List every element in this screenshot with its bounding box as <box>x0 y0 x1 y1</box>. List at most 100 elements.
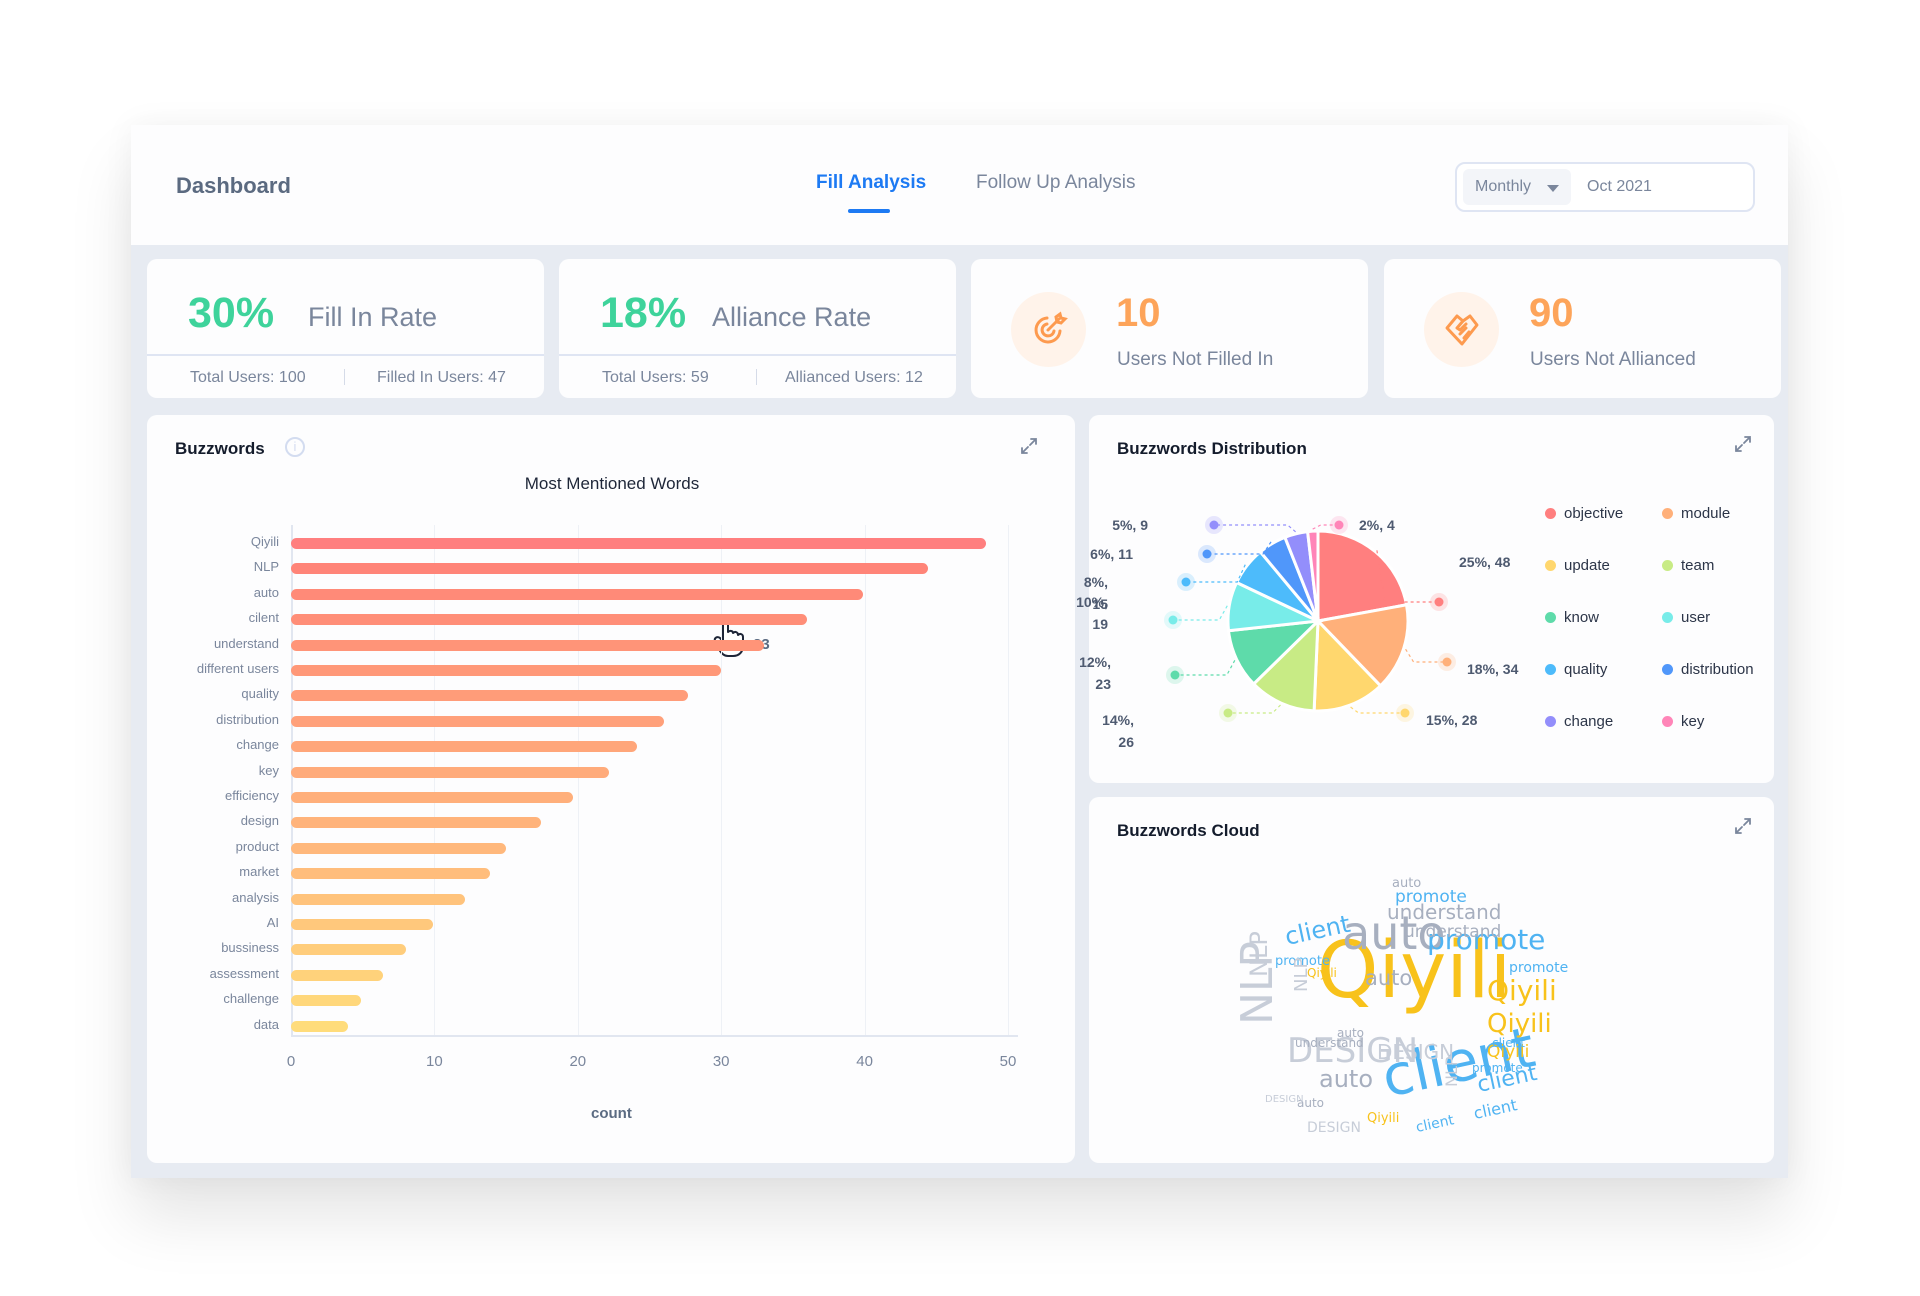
legend-label: module <box>1681 505 1731 522</box>
cloud-word: auto <box>1392 876 1421 891</box>
legend-label: key <box>1681 713 1705 730</box>
gridline <box>864 525 866 1035</box>
y-tick-label: bussiness <box>221 940 279 956</box>
y-tick-label: cilent <box>248 610 279 626</box>
legend-item-user[interactable]: user <box>1662 609 1710 626</box>
legend-item-know[interactable]: know <box>1545 609 1599 626</box>
pie-data-label: 25%, 48 <box>1459 554 1511 570</box>
buzzwords-title: Buzzwords <box>175 439 265 458</box>
bar[interactable] <box>291 614 808 626</box>
users-not-filled-card: 10 Users Not Filled In <box>971 259 1368 398</box>
legend-label: update <box>1564 557 1610 574</box>
period-date-value[interactable]: Oct 2021 <box>1587 178 1652 196</box>
cloud-word: client <box>1472 1095 1519 1123</box>
pie-data-label: 12%, 23 <box>1079 651 1111 695</box>
bar[interactable] <box>291 919 433 930</box>
pie-data-label: 14%, 26 <box>1102 712 1134 750</box>
users-not-filled-label: Users Not Filled In <box>1117 349 1274 370</box>
alliance-rate-summary: 18% Alliance Rate <box>559 259 956 356</box>
legend-color-dot <box>1662 664 1673 675</box>
cloud-title: Buzzwords Cloud <box>1117 821 1260 840</box>
cloud-word: NLP <box>1245 931 1273 977</box>
dashboard-window: Dashboard Fill Analysis Follow Up Analys… <box>131 125 1788 1178</box>
x-tick-label: 40 <box>856 1053 873 1070</box>
legend-item-change[interactable]: change <box>1545 713 1613 730</box>
cloud-word: promote <box>1472 1061 1523 1075</box>
bar[interactable] <box>291 944 406 956</box>
y-tick-label: change <box>236 737 279 753</box>
legend-item-team[interactable]: team <box>1662 557 1714 574</box>
fill-rate-card: 30% Fill In Rate Total Users: 100 Filled… <box>147 259 544 398</box>
info-icon[interactable] <box>285 437 305 457</box>
bar[interactable] <box>291 868 491 880</box>
bar[interactable] <box>291 665 722 676</box>
bar[interactable] <box>291 1020 349 1032</box>
cloud-word: Qiyili <box>1487 1009 1552 1039</box>
x-tick-label: 30 <box>712 1053 730 1070</box>
total-users: Total Users: 59 <box>602 369 709 386</box>
legend-color-dot <box>1545 508 1556 519</box>
expand-icon[interactable] <box>1020 437 1038 455</box>
tab-fill-analysis[interactable]: Fill Analysis <box>816 172 926 194</box>
bar[interactable] <box>291 766 610 778</box>
bar[interactable] <box>291 563 928 575</box>
target-icon-badge <box>1011 292 1086 367</box>
period-select[interactable]: Monthly <box>1463 169 1571 205</box>
pie-data-label: 6%, 11 <box>1090 546 1133 562</box>
users-not-allianced-label: Users Not Allianced <box>1530 349 1696 370</box>
target-icon <box>1034 311 1068 344</box>
filled-in-users: Filled In Users: 47 <box>377 369 506 386</box>
y-tick-label: NLP <box>253 559 279 575</box>
pie-leader-line <box>1186 564 1246 583</box>
divider <box>344 369 345 385</box>
y-tick-label: distribution <box>216 711 279 727</box>
pie-label-dot <box>1181 577 1191 587</box>
bar[interactable] <box>291 792 574 803</box>
bar[interactable] <box>291 715 664 727</box>
legend-item-objective[interactable]: objective <box>1545 505 1623 522</box>
pie-label-dot <box>1334 520 1344 530</box>
legend-color-dot <box>1545 664 1556 675</box>
legend-color-dot <box>1662 508 1673 519</box>
legend-item-key[interactable]: key <box>1662 713 1704 730</box>
legend-item-module[interactable]: module <box>1662 505 1730 522</box>
cloud-word: promote <box>1509 960 1568 976</box>
cloud-word: NLP <box>1291 958 1312 992</box>
bar[interactable] <box>291 817 541 829</box>
pie-data-label: 18%, 34 <box>1467 661 1519 677</box>
bar[interactable] <box>291 893 465 905</box>
x-tick-label: 10 <box>426 1053 443 1070</box>
bar[interactable] <box>291 690 689 702</box>
allianced-users: Allianced Users: 12 <box>785 369 923 386</box>
y-tick-label: data <box>253 1016 279 1032</box>
legend-item-distribution[interactable]: distribution <box>1662 661 1754 678</box>
page-title: Dashboard <box>176 173 291 198</box>
date-period-picker[interactable]: Monthly Oct 2021 <box>1455 162 1755 212</box>
caret-down-icon <box>1547 185 1559 192</box>
bar[interactable] <box>291 842 507 854</box>
bar[interactable] <box>291 969 383 981</box>
y-tick-label: challenge <box>223 991 279 1007</box>
gridline <box>1008 525 1009 1035</box>
y-tick-label: market <box>239 864 279 880</box>
bar[interactable] <box>291 741 637 753</box>
tab-follow-up-analysis[interactable]: Follow Up Analysis <box>976 172 1135 194</box>
pie-data-label: 15%, 28 <box>1426 712 1478 728</box>
alliance-rate-label: Alliance Rate <box>712 302 872 332</box>
buzzwords-cloud-card: Buzzwords Cloud Qiyili client auto DESIGN NL… <box>1089 797 1774 1163</box>
bar[interactable] <box>291 588 864 600</box>
legend-color-dot <box>1545 560 1556 571</box>
divider <box>756 369 757 385</box>
users-not-filled-count: 10 <box>1116 291 1161 335</box>
cloud-word: client <box>1415 1112 1456 1136</box>
bar[interactable] <box>291 538 987 549</box>
expand-icon[interactable] <box>1734 817 1752 835</box>
legend-item-quality[interactable]: quality <box>1545 661 1607 678</box>
y-tick-label: understand <box>213 635 279 651</box>
gridline <box>721 525 723 1035</box>
legend-item-update[interactable]: update <box>1545 557 1610 574</box>
pie-leader-line <box>1175 660 1236 676</box>
pie-label-dot <box>1168 615 1178 625</box>
bar[interactable] <box>291 995 362 1007</box>
bar[interactable] <box>291 639 765 651</box>
